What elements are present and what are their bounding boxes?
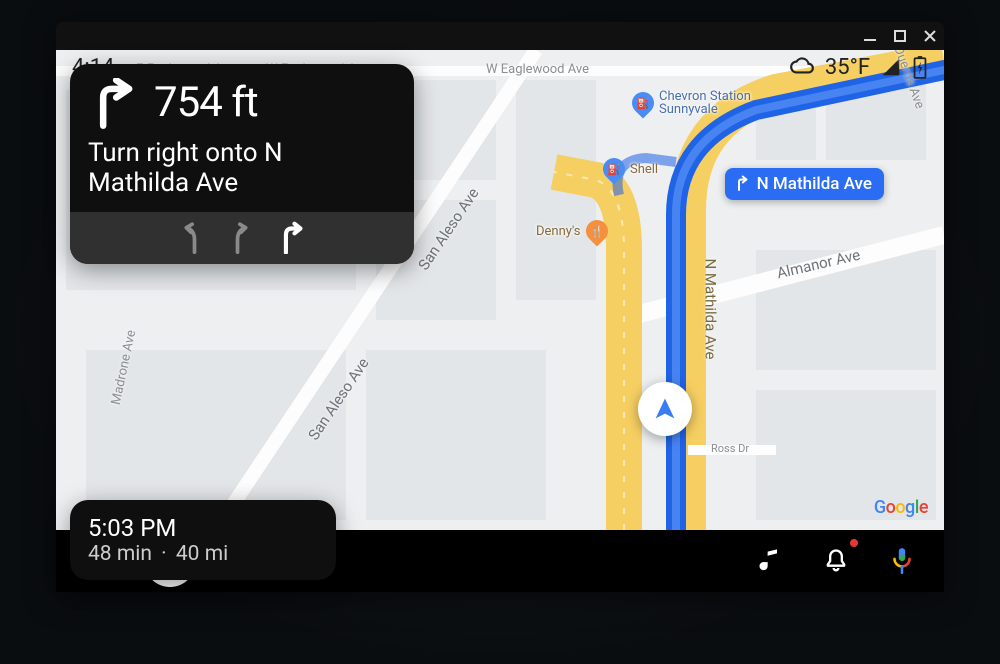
eta-summary: 48 min · 40 mi: [88, 542, 318, 566]
assistant-mic-icon: [889, 546, 915, 576]
location-arrow-icon: [651, 395, 679, 423]
lane-guidance: [70, 212, 414, 264]
window-minimize-button[interactable]: [864, 30, 876, 42]
window-close-button[interactable]: [924, 30, 936, 42]
window-titlebar: [56, 22, 944, 50]
eta-arrival-time: 5:03 PM: [88, 514, 318, 542]
turn-right-icon: [88, 78, 140, 130]
poi-label: Shell: [630, 162, 658, 177]
poi-shell[interactable]: ⛽ Shell: [603, 158, 658, 180]
cloud-icon: [789, 54, 815, 80]
lane-slight-right-icon: [227, 220, 255, 254]
turn-right-icon: [733, 175, 751, 193]
poi-chevron[interactable]: ⛽ Chevron Station Sunnyvale: [632, 90, 769, 116]
notification-badge: [850, 539, 858, 547]
eta-card[interactable]: 5:03 PM 48 min · 40 mi: [70, 500, 336, 580]
lane-slight-left-icon: [177, 220, 205, 254]
lane-turn-right-icon: [277, 220, 307, 254]
maneuver-distance: 754 ft: [154, 78, 258, 127]
next-street-callout[interactable]: N Mathilda Ave: [725, 168, 884, 200]
assistant-button[interactable]: [882, 541, 922, 581]
poi-dennys[interactable]: Denny's 🍴: [536, 220, 608, 242]
current-location-puck[interactable]: [638, 382, 692, 436]
poi-label: Denny's: [536, 224, 581, 239]
music-note-icon: [756, 547, 784, 575]
road-label: Ross Dr: [711, 442, 749, 455]
road-label: N Mathilda Ave: [702, 258, 720, 359]
navigation-card[interactable]: 754 ft Turn right onto N Mathilda Ave: [70, 64, 414, 264]
restaurant-pin-icon: 🍴: [581, 215, 612, 246]
bell-icon: [822, 547, 850, 575]
gas-pin-icon: ⛽: [598, 153, 629, 184]
maneuver-instruction: Turn right onto N Mathilda Ave: [70, 134, 414, 212]
notifications-button[interactable]: [816, 541, 856, 581]
google-attribution: Google: [874, 497, 928, 518]
window-maximize-button[interactable]: [894, 30, 906, 42]
console-background: E Eaglewood Ave W Eaglewood Ave W Eaglew…: [0, 0, 1000, 664]
next-street-name: N Mathilda Ave: [757, 174, 872, 194]
status-temperature: 35°F: [825, 55, 870, 80]
poi-label: Chevron Station Sunnyvale: [659, 90, 769, 116]
road-label: W Eaglewood Ave: [486, 62, 589, 77]
device-window: E Eaglewood Ave W Eaglewood Ave W Eaglew…: [56, 22, 944, 592]
music-button[interactable]: [750, 541, 790, 581]
gas-pin-icon: ⛽: [627, 87, 658, 118]
